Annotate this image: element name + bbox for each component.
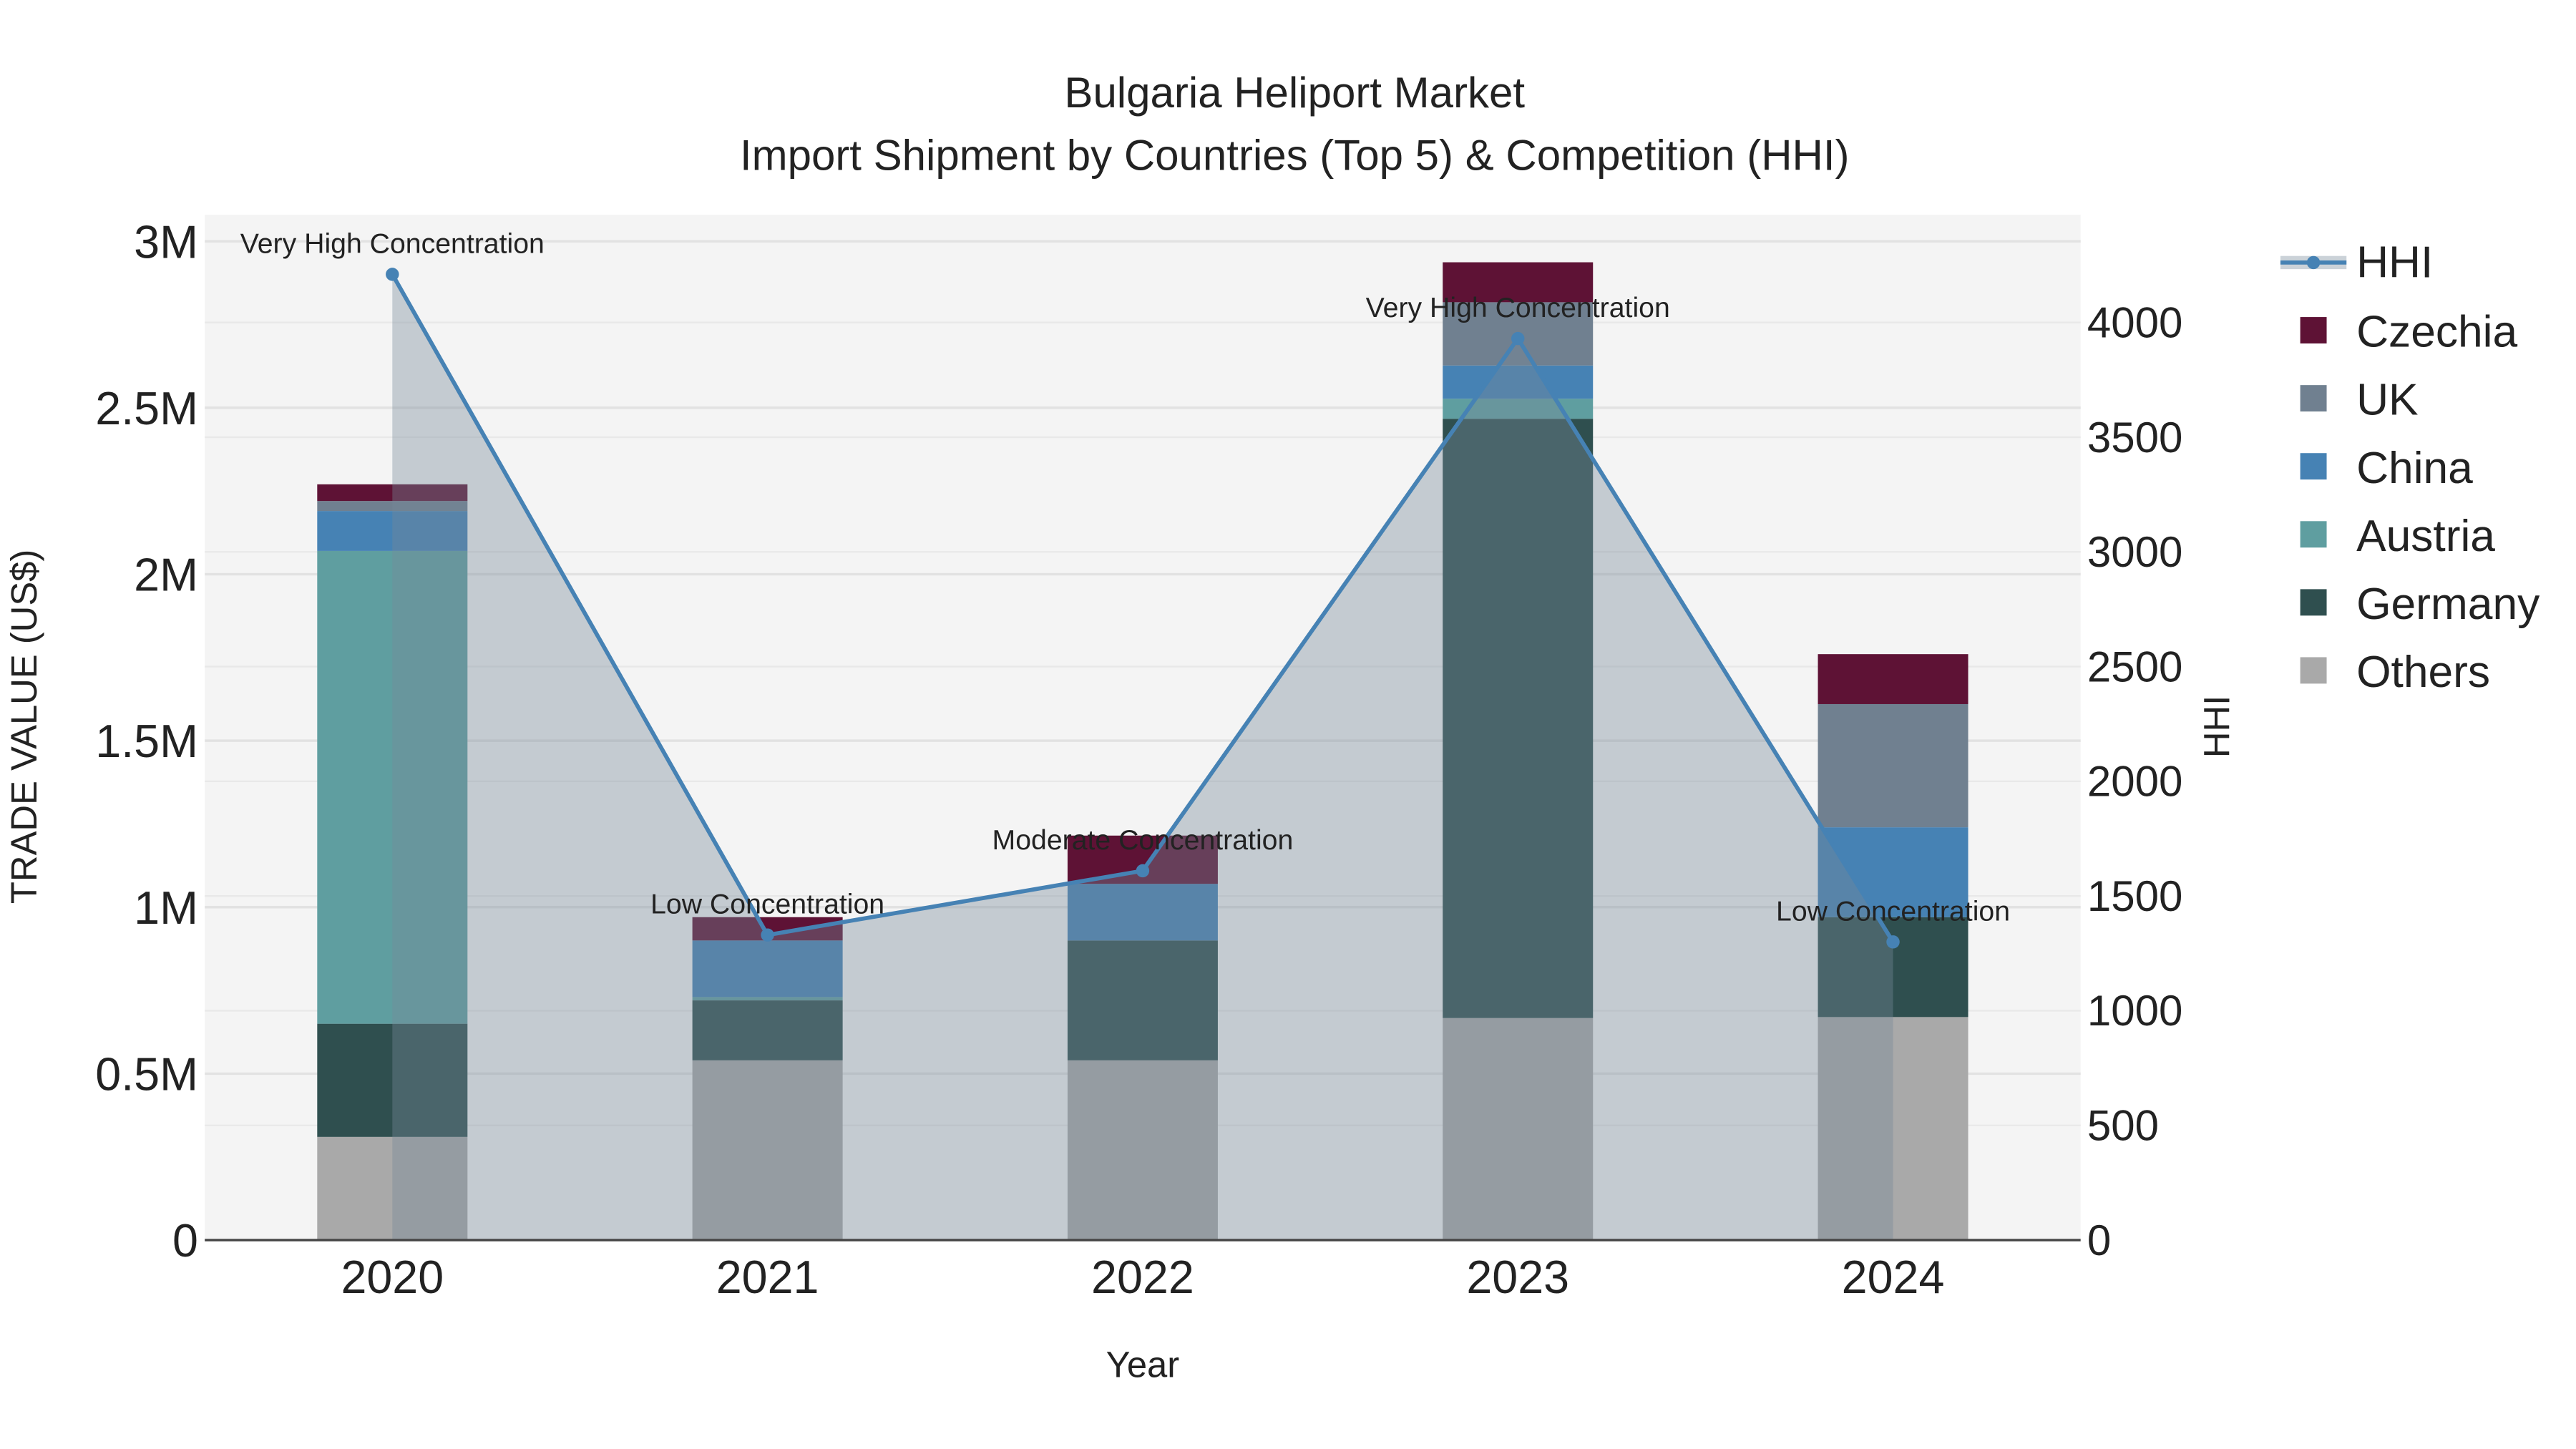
- chart-subtitle: Import Shipment by Countries (Top 5) & C…: [740, 132, 1850, 180]
- y2-axis-label: HHI: [2196, 696, 2237, 758]
- legend-label-austria: Austria: [2356, 512, 2495, 561]
- hhi-point-2022: [1136, 864, 1150, 878]
- x-tick-label: 2022: [1091, 1252, 1194, 1303]
- chart: Bulgaria Heliport Market Import Shipment…: [4, 69, 2540, 1385]
- y-axis-label: TRADE VALUE (US$): [4, 550, 44, 904]
- hhi-annotation: Low Concentration: [650, 889, 884, 920]
- x-tick-label: 2021: [716, 1252, 819, 1303]
- hhi-point-2020: [386, 268, 399, 281]
- x-tick-label: 2023: [1466, 1252, 1569, 1303]
- y2-tick-label: 4000: [2087, 298, 2182, 346]
- legend-swatch-czechia: [2300, 317, 2327, 343]
- y2-tick-label: 1500: [2087, 872, 2182, 920]
- chart-title: Bulgaria Heliport Market: [1064, 69, 1525, 117]
- y2-tick-label: 0: [2087, 1216, 2111, 1264]
- y2-tick-label: 2500: [2087, 643, 2182, 691]
- y-tick-label: 3M: [134, 216, 198, 268]
- legend-swatch-others: [2300, 657, 2327, 684]
- y2-tick-label: 2000: [2087, 758, 2182, 806]
- hhi-annotation: Moderate Concentration: [992, 824, 1294, 856]
- bar-czechia-2024: [1818, 654, 1968, 704]
- legend-label-germany: Germany: [2356, 580, 2540, 629]
- hhi-annotation: Very High Concentration: [240, 228, 545, 259]
- legend-marker-hhi: [2306, 255, 2321, 270]
- hhi-annotation: Very High Concentration: [1366, 292, 1670, 323]
- hhi-point-2023: [1511, 331, 1525, 346]
- legend-swatch-austria: [2300, 521, 2327, 548]
- x-tick-label: 2020: [341, 1252, 444, 1303]
- legend-label-others: Others: [2356, 648, 2490, 697]
- legend-label-czechia: Czechia: [2356, 308, 2517, 357]
- legend-label-uk: UK: [2356, 376, 2419, 425]
- y-tick-label: 2.5M: [95, 383, 198, 434]
- legend-label-hhi: HHI: [2356, 238, 2433, 288]
- legend-swatch-china: [2300, 453, 2327, 480]
- y-tick-label: 1.5M: [95, 716, 198, 767]
- legend-label-china: China: [2356, 444, 2473, 493]
- legend-swatch-uk: [2300, 385, 2327, 412]
- bar-uk-2024: [1818, 703, 1968, 828]
- x-tick-label: 2024: [1842, 1252, 1945, 1303]
- y2-tick-label: 3000: [2087, 528, 2182, 576]
- y-tick-label: 1M: [134, 882, 198, 934]
- x-axis-label: Year: [1106, 1345, 1180, 1385]
- y-tick-label: 2M: [134, 550, 198, 601]
- y2-tick-label: 1000: [2087, 987, 2182, 1035]
- hhi-point-2021: [761, 928, 774, 942]
- y-tick-label: 0: [172, 1215, 198, 1267]
- hhi-point-2024: [1886, 935, 1900, 949]
- y2-tick-label: 500: [2087, 1102, 2159, 1150]
- legend-swatch-germany: [2300, 589, 2327, 616]
- hhi-annotation: Low Concentration: [1776, 895, 2010, 927]
- y2-tick-label: 3500: [2087, 414, 2182, 462]
- y-tick-label: 0.5M: [95, 1049, 198, 1101]
